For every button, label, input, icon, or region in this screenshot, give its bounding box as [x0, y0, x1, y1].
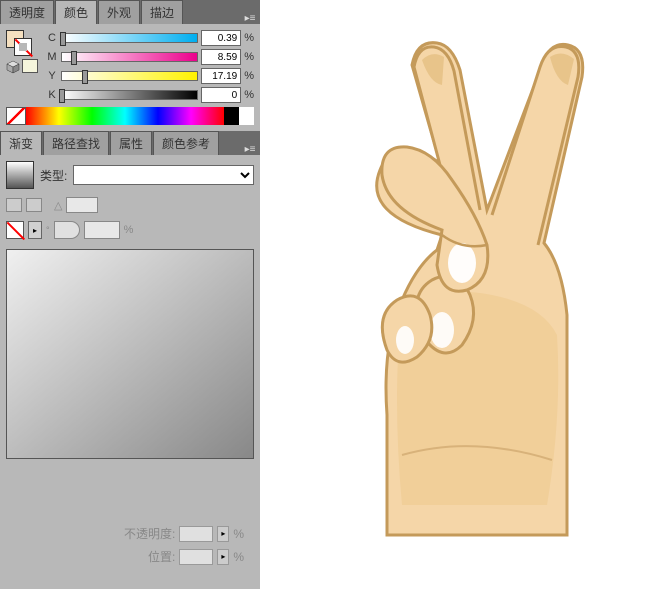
horn-icon	[54, 221, 80, 239]
cmyk-sliders: C % M % Y % K	[46, 30, 254, 103]
last-color-swatch[interactable]	[22, 59, 38, 73]
stop-color-swatch[interactable]	[6, 221, 24, 239]
spectrum-bar[interactable]	[26, 107, 224, 125]
m-label: M	[46, 51, 58, 63]
swatch-dropdown-icon[interactable]: ▸	[28, 221, 42, 239]
position-label: 位置:	[148, 548, 175, 565]
k-slider[interactable]	[61, 90, 198, 100]
bw-ramp[interactable]	[224, 107, 254, 125]
pct-label: %	[244, 51, 254, 63]
pct-label: %	[244, 89, 254, 101]
tab-colorguide[interactable]: 颜色参考	[153, 131, 219, 155]
none-color-icon[interactable]	[6, 107, 26, 125]
hand-illustration	[292, 35, 632, 555]
gradient-preview[interactable]	[6, 161, 34, 189]
chevron-right-icon[interactable]: ▸	[217, 526, 229, 542]
position-input[interactable]	[179, 549, 213, 565]
tab-transparency[interactable]: 透明度	[0, 0, 54, 24]
m-slider[interactable]	[61, 52, 198, 62]
pct-label: %	[124, 224, 134, 236]
c-label: C	[46, 32, 58, 44]
color-spectrum[interactable]	[6, 107, 254, 125]
type-label: 类型:	[40, 167, 67, 184]
y-label: Y	[46, 70, 58, 82]
pct-label: %	[233, 527, 244, 541]
tab-stroke[interactable]: 描边	[141, 0, 183, 24]
fill-stroke-swatches	[6, 30, 38, 103]
gradient-across-stroke-icon[interactable]	[26, 198, 42, 212]
panel-menu-icon[interactable]: ▸≡	[240, 13, 260, 24]
tab-pathfinder[interactable]: 路径查找	[43, 131, 109, 155]
pct-label: %	[244, 70, 254, 82]
c-input[interactable]	[201, 30, 241, 46]
gradient-bottom-controls: 不透明度: ▸ % 位置: ▸ %	[6, 507, 254, 583]
chevron-right-icon[interactable]: ▸	[217, 549, 229, 565]
tab-attributes[interactable]: 属性	[110, 131, 152, 155]
gradient-panel-body: 类型: △ ▸ ° % 不透明度: ▸ % 位置:	[0, 155, 260, 589]
gradient-ramp[interactable]	[6, 249, 254, 459]
color-panel-tabs: 透明度 颜色 外观 描边 ▸≡	[0, 0, 260, 24]
horn-input[interactable]	[84, 221, 120, 239]
reverse-gradient-icon[interactable]	[6, 198, 22, 212]
panels-column: 透明度 颜色 外观 描边 ▸≡ C %	[0, 0, 260, 589]
c-slider[interactable]	[61, 33, 198, 43]
opacity-label: 不透明度:	[124, 525, 175, 542]
pct-label: %	[233, 550, 244, 564]
opacity-input[interactable]	[179, 526, 213, 542]
tab-appearance[interactable]: 外观	[98, 0, 140, 24]
panel-menu-icon[interactable]: ▸≡	[240, 144, 260, 155]
cube-icon	[6, 60, 20, 74]
tab-gradient[interactable]: 渐变	[0, 131, 42, 155]
gradient-panel-tabs: 渐变 路径查找 属性 颜色参考 ▸≡	[0, 131, 260, 155]
color-panel-body: C % M % Y % K	[0, 24, 260, 131]
tab-color[interactable]: 颜色	[55, 0, 97, 24]
gradient-type-select[interactable]	[73, 165, 254, 185]
y-slider[interactable]	[61, 71, 198, 81]
angle-input[interactable]	[66, 197, 98, 213]
stroke-swatch[interactable]	[14, 38, 32, 56]
k-input[interactable]	[201, 87, 241, 103]
degree-icon: °	[46, 225, 50, 235]
pct-label: %	[244, 32, 254, 44]
m-input[interactable]	[201, 49, 241, 65]
canvas[interactable]	[260, 0, 663, 589]
k-label: K	[46, 89, 58, 101]
fill-stroke-proxy[interactable]	[6, 30, 32, 56]
y-input[interactable]	[201, 68, 241, 84]
angle-icon: △	[54, 199, 62, 212]
